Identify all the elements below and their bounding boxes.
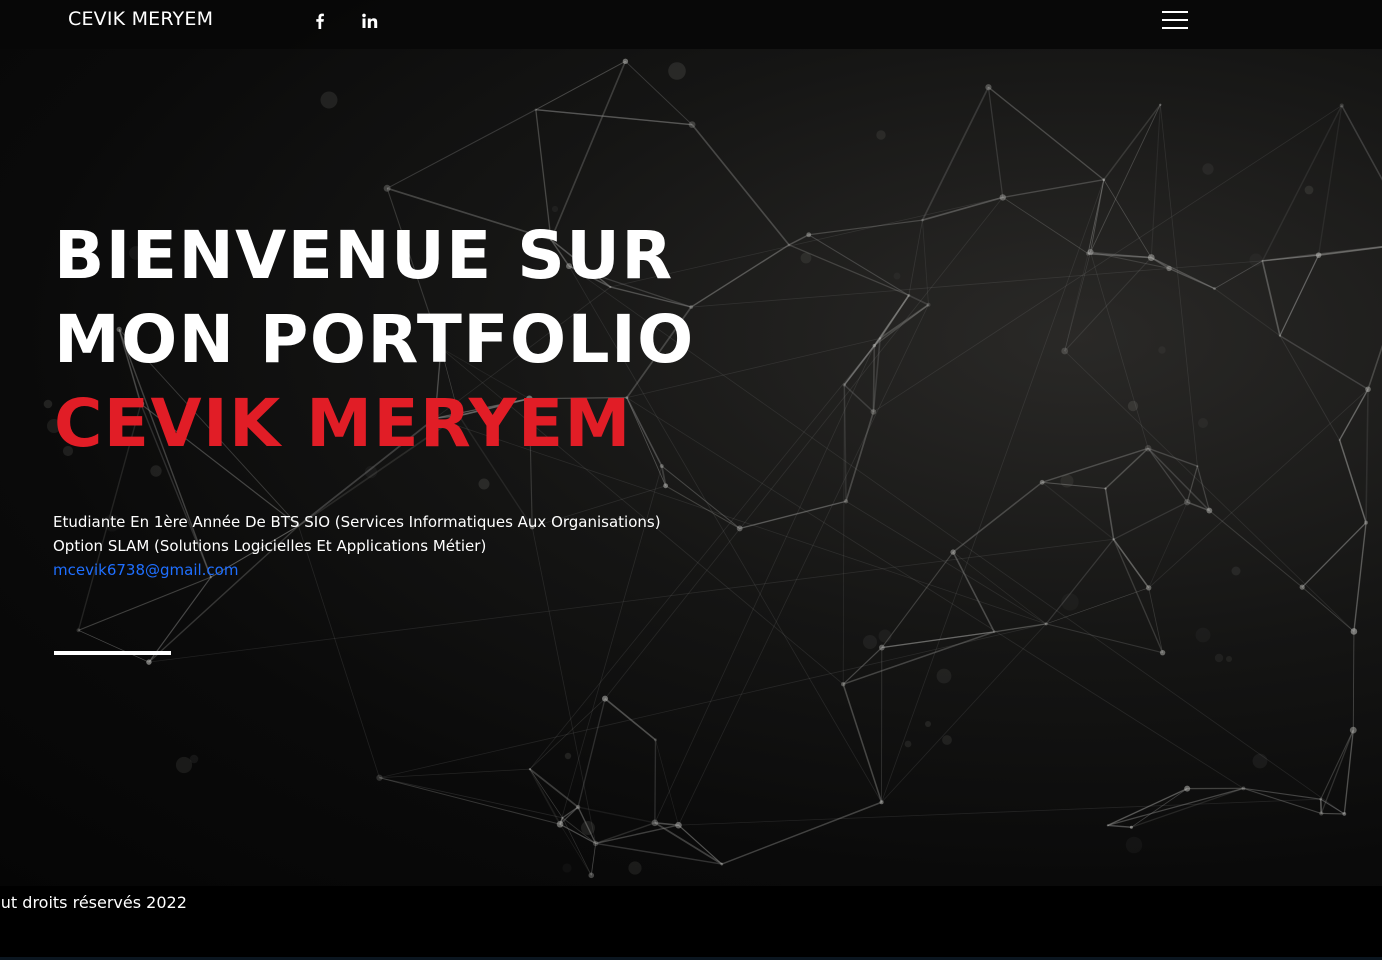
site-header: CEVIK MERYEM — [0, 0, 1382, 49]
hamburger-menu-icon[interactable] — [1162, 9, 1190, 31]
hero-title: BIENVENUE SUR MON PORTFOLIO CEVIK MERYEM — [54, 214, 695, 466]
page: CEVIK MERYEM BIENVENUE SUR MON PORTFOLIO… — [0, 0, 1382, 960]
linkedin-icon[interactable] — [359, 10, 381, 32]
description-line-2: Option SLAM (Solutions Logicielles Et Ap… — [53, 537, 487, 555]
divider-bar — [54, 651, 171, 655]
email-link[interactable]: mcevik6738@gmail.com — [53, 561, 238, 579]
hero-title-line1: BIENVENUE SUR — [54, 217, 674, 294]
hero-description: Etudiante En 1ère Année De BTS SIO (Serv… — [53, 510, 661, 582]
description-line-1: Etudiante En 1ère Année De BTS SIO (Serv… — [53, 513, 661, 531]
copyright-text: out droits réservés 2022 — [0, 893, 187, 912]
brand-logo-text[interactable]: CEVIK MERYEM — [68, 8, 213, 30]
hero-name: CEVIK MERYEM — [54, 385, 632, 462]
facebook-icon[interactable] — [309, 10, 331, 32]
site-footer: out droits réservés 2022 — [0, 886, 1382, 960]
hero-title-line2: MON PORTFOLIO — [54, 301, 695, 378]
